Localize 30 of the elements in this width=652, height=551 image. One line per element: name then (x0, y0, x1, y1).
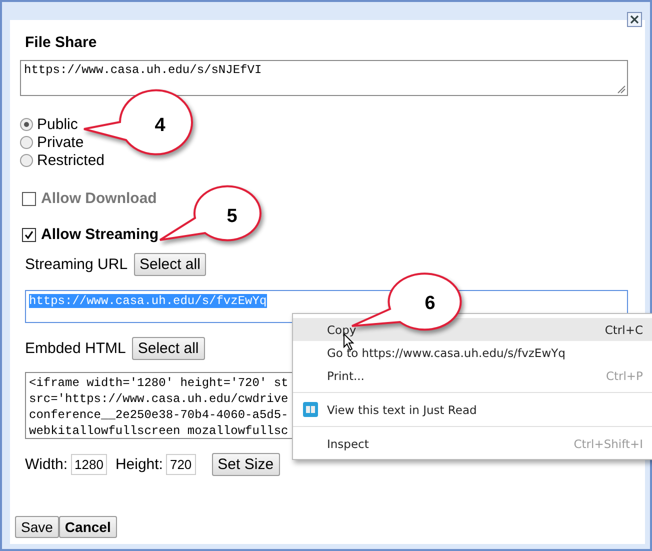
set-size-button[interactable]: Set Size (212, 453, 280, 476)
radio-label: Restricted (37, 152, 105, 169)
menu-item[interactable]: Go to https://www.casa.uh.edu/s/fvzEwYq (293, 341, 652, 364)
dialog-button[interactable]: Cancel (58, 516, 117, 538)
menu-item[interactable]: Print... Ctrl+P (293, 364, 652, 387)
field-label: Streaming URL (25, 256, 128, 273)
radio-label: Private (37, 134, 84, 151)
book-icon (303, 402, 318, 417)
resize-grip-icon[interactable] (617, 85, 626, 94)
checkbox-label: Allow Download (41, 190, 157, 207)
close-icon (630, 15, 639, 24)
field-label: Embded HTML (25, 340, 126, 357)
dialog-button[interactable]: Save (15, 516, 59, 538)
width-field[interactable]: 1280 (70, 454, 108, 475)
radio-button[interactable] (20, 118, 33, 131)
menu-item[interactable]: Inspect Ctrl+Shift+I (293, 432, 652, 455)
field-label: Height: (115, 456, 163, 473)
menu-item[interactable]: View this text in Just Read (293, 398, 652, 421)
select-all-button[interactable]: Select all (132, 337, 205, 360)
field-label: Width: (25, 456, 68, 473)
share-url-field[interactable]: https://www.casa.uh.edu/s/sNJEfVI (20, 60, 628, 96)
checkbox[interactable] (22, 228, 36, 242)
radio-button[interactable] (20, 136, 33, 149)
radio-button[interactable] (20, 154, 33, 167)
dialog-title: File Share (25, 34, 98, 51)
height-field[interactable]: 720 (166, 454, 196, 475)
close-button[interactable] (627, 12, 642, 27)
checkbox-label: Allow Streaming (41, 226, 159, 243)
select-all-button[interactable]: Select all (134, 253, 206, 276)
radio-label: Public (37, 116, 78, 133)
